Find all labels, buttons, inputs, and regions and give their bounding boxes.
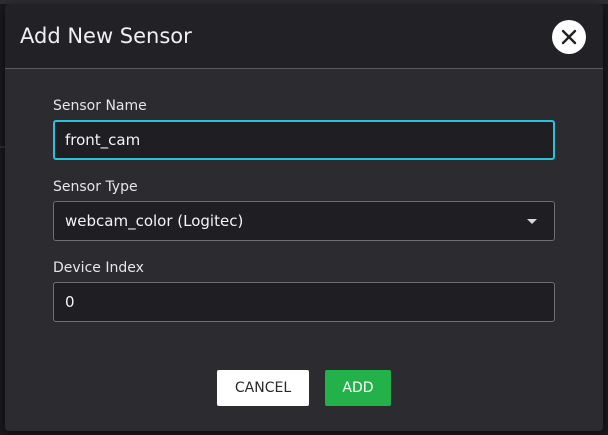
sensor-type-label: Sensor Type: [53, 179, 138, 195]
sensor-type-select[interactable]: webcam_color (Logitec): [53, 201, 555, 241]
sensor-name-input[interactable]: [53, 120, 555, 160]
dialog-header: Add New Sensor: [5, 4, 603, 69]
add-button[interactable]: ADD: [325, 370, 391, 406]
cancel-button[interactable]: CANCEL: [217, 370, 309, 406]
close-button[interactable]: [552, 20, 586, 54]
device-index-label: Device Index: [53, 260, 144, 276]
dropdown-arrow-icon: [527, 219, 537, 224]
dialog-title: Add New Sensor: [20, 24, 192, 48]
sensor-type-selected-value: webcam_color (Logitec): [65, 212, 244, 230]
sensor-name-label: Sensor Name: [53, 98, 147, 114]
add-sensor-dialog: Add New Sensor Sensor Name Sensor Type w…: [5, 4, 603, 431]
close-icon: [561, 29, 577, 45]
device-index-input[interactable]: [53, 282, 555, 322]
